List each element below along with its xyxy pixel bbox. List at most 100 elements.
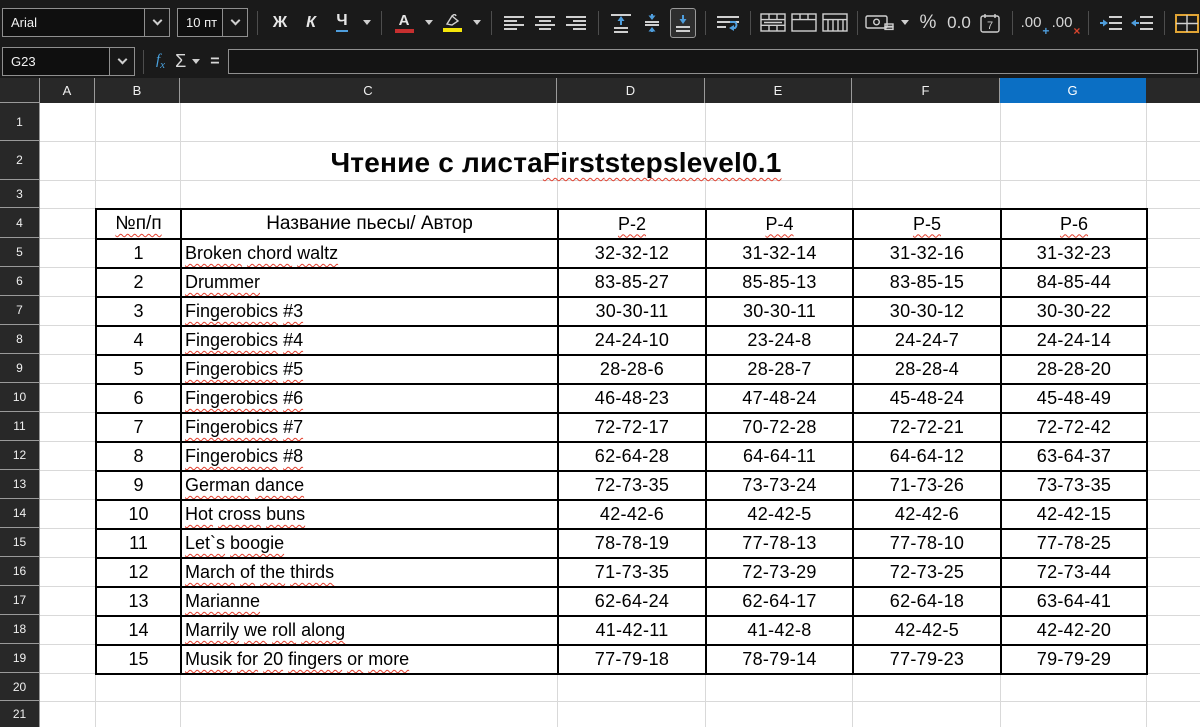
cell-name[interactable]: Let`s boogie <box>181 529 558 558</box>
worksheet-title[interactable]: Чтение с листа First steps level 0.1 <box>180 142 932 179</box>
cell-p5[interactable]: 77-78-10 <box>853 529 1001 558</box>
bold-button[interactable]: Ж <box>267 8 293 38</box>
row-header-4[interactable]: 4 <box>0 208 39 238</box>
row-header-6[interactable]: 6 <box>0 267 39 296</box>
row-header-3[interactable]: 3 <box>0 180 39 208</box>
cell-num[interactable]: 2 <box>96 268 181 297</box>
cell-name[interactable]: Fingerobics #8 <box>181 442 558 471</box>
add-decimal-button[interactable]: .00 + <box>1022 8 1048 38</box>
cell-p4[interactable]: 78-79-14 <box>706 645 853 674</box>
font-size-select[interactable]: 10 пт <box>177 8 248 37</box>
font-color-button[interactable]: A <box>391 8 417 38</box>
align-bottom-button[interactable] <box>670 8 696 38</box>
cell-p5[interactable]: 83-85-15 <box>853 268 1001 297</box>
header-cell[interactable]: P-2 <box>558 209 706 239</box>
row-header-16[interactable]: 16 <box>0 557 39 586</box>
increase-indent-button[interactable] <box>1098 8 1124 38</box>
row-header-19[interactable]: 19 <box>0 644 39 673</box>
row-header-13[interactable]: 13 <box>0 470 39 499</box>
cell-name[interactable]: March of the thirds <box>181 558 558 587</box>
cell-num[interactable]: 7 <box>96 413 181 442</box>
cell-name[interactable]: German dance <box>181 471 558 500</box>
cell-p6[interactable]: 42-42-20 <box>1001 616 1147 645</box>
row-header-7[interactable]: 7 <box>0 296 39 325</box>
cell-num[interactable]: 5 <box>96 355 181 384</box>
wrap-text-button[interactable] <box>715 8 741 38</box>
column-header-c[interactable]: C <box>180 78 557 103</box>
row-header-12[interactable]: 12 <box>0 441 39 470</box>
column-header-a[interactable]: A <box>40 78 95 103</box>
cell-p6[interactable]: 42-42-15 <box>1001 500 1147 529</box>
column-header-g[interactable]: G <box>1000 78 1146 103</box>
cell-num[interactable]: 15 <box>96 645 181 674</box>
row-header-10[interactable]: 10 <box>0 383 39 412</box>
row-header-1[interactable]: 1 <box>0 103 39 141</box>
name-box-dropdown[interactable] <box>109 48 134 75</box>
cell-p4[interactable]: 47-48-24 <box>706 384 853 413</box>
underline-button[interactable]: Ч <box>329 8 355 38</box>
cell-p4[interactable]: 42-42-5 <box>706 500 853 529</box>
function-wizard-button[interactable]: fx <box>156 52 165 71</box>
cell-p2[interactable]: 41-42-11 <box>558 616 706 645</box>
cell-p5[interactable]: 28-28-4 <box>853 355 1001 384</box>
name-box[interactable]: G23 <box>2 47 135 76</box>
cell-p4[interactable]: 64-64-11 <box>706 442 853 471</box>
font-size-dropdown[interactable] <box>222 9 247 36</box>
decrease-indent-button[interactable] <box>1129 8 1155 38</box>
number-format-button[interactable]: 0.0 <box>946 8 972 38</box>
cell-num[interactable]: 13 <box>96 587 181 616</box>
header-cell[interactable]: P-5 <box>853 209 1001 239</box>
underline-dropdown[interactable] <box>360 8 372 38</box>
cell-p2[interactable]: 62-64-28 <box>558 442 706 471</box>
cell-name[interactable]: Fingerobics #4 <box>181 326 558 355</box>
row-header-15[interactable]: 15 <box>0 528 39 557</box>
cell-num[interactable]: 8 <box>96 442 181 471</box>
sum-button[interactable]: Σ <box>175 51 186 72</box>
cell-p4[interactable]: 73-73-24 <box>706 471 853 500</box>
row-header-5[interactable]: 5 <box>0 238 39 267</box>
row-header-2[interactable]: 2 <box>0 141 39 180</box>
cell-p4[interactable]: 31-32-14 <box>706 239 853 268</box>
currency-format-dropdown[interactable] <box>898 8 910 38</box>
merge-cells-button[interactable] <box>791 8 817 38</box>
row-header-18[interactable]: 18 <box>0 615 39 644</box>
cell-p4[interactable]: 85-85-13 <box>706 268 853 297</box>
cell-p2[interactable]: 42-42-6 <box>558 500 706 529</box>
cell-num[interactable]: 12 <box>96 558 181 587</box>
cell-p2[interactable]: 46-48-23 <box>558 384 706 413</box>
cell-p6[interactable]: 79-79-29 <box>1001 645 1147 674</box>
cell-p6[interactable]: 77-78-25 <box>1001 529 1147 558</box>
cell-name[interactable]: Drummer <box>181 268 558 297</box>
cell-p5[interactable]: 64-64-12 <box>853 442 1001 471</box>
cell-name[interactable]: Fingerobics #5 <box>181 355 558 384</box>
align-top-button[interactable] <box>608 8 634 38</box>
cell-p6[interactable]: 72-73-44 <box>1001 558 1147 587</box>
row-header-20[interactable]: 20 <box>0 673 39 701</box>
align-right-button[interactable] <box>563 8 589 38</box>
row-header-8[interactable]: 8 <box>0 325 39 354</box>
cell-p5[interactable]: 77-79-23 <box>853 645 1001 674</box>
align-center-button[interactable] <box>532 8 558 38</box>
cell-p5[interactable]: 31-32-16 <box>853 239 1001 268</box>
font-name-dropdown[interactable] <box>144 9 169 36</box>
cell-p2[interactable]: 72-73-35 <box>558 471 706 500</box>
cell-name[interactable]: Marianne <box>181 587 558 616</box>
cell-p4[interactable]: 70-72-28 <box>706 413 853 442</box>
cell-p6[interactable]: 24-24-14 <box>1001 326 1147 355</box>
cell-name[interactable]: Fingerobics #3 <box>181 297 558 326</box>
cell-p6[interactable]: 28-28-20 <box>1001 355 1147 384</box>
select-all-corner[interactable] <box>0 78 40 103</box>
currency-format-button[interactable] <box>867 8 893 38</box>
column-header-f[interactable]: F <box>852 78 1000 103</box>
cell-name[interactable]: Hot cross buns <box>181 500 558 529</box>
column-header-d[interactable]: D <box>557 78 705 103</box>
cell-p5[interactable]: 72-73-25 <box>853 558 1001 587</box>
cell-name[interactable]: Fingerobics #6 <box>181 384 558 413</box>
cell-num[interactable]: 14 <box>96 616 181 645</box>
cell-num[interactable]: 10 <box>96 500 181 529</box>
cell-p2[interactable]: 28-28-6 <box>558 355 706 384</box>
cell-p2[interactable]: 32-32-12 <box>558 239 706 268</box>
cell-num[interactable]: 11 <box>96 529 181 558</box>
cell-p6[interactable]: 73-73-35 <box>1001 471 1147 500</box>
cell-p4[interactable]: 28-28-7 <box>706 355 853 384</box>
